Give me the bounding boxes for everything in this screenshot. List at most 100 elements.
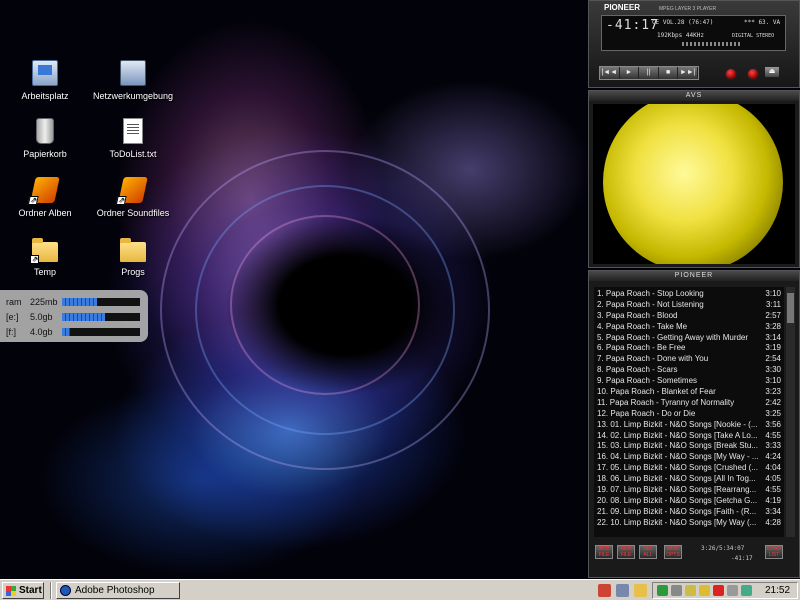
- playlist-item[interactable]: 13. 01. Limp Bizkit - N&O Songs [Nookie …: [597, 420, 781, 431]
- stop-button[interactable]: ■: [659, 67, 679, 79]
- desktop-icon-temp[interactable]: ↗ Temp: [0, 236, 90, 277]
- desktop-icon-progs[interactable]: Progs: [88, 236, 178, 277]
- sysmon-row-e-drive: [e:] 5.0gb: [6, 309, 142, 324]
- tray-printer-icon[interactable]: [671, 585, 682, 596]
- playlist-item-title: 16. 04. Limp Bizkit - N&O Songs [My Way …: [597, 452, 759, 462]
- start-button[interactable]: Start: [2, 582, 44, 599]
- playlist-item[interactable]: 18. 06. Limp Bizkit - N&O Songs [All In …: [597, 474, 781, 485]
- sysmon-row-ram: ram 225mb: [6, 294, 142, 309]
- winamp-shortcut-icon: ↗: [27, 177, 60, 205]
- shortcut-arrow-icon: ↗: [30, 255, 39, 264]
- playlist-item[interactable]: 8. Papa Roach - Scars 3:30: [597, 365, 781, 376]
- playlist-item[interactable]: 10. Papa Roach - Blanket of Fear 3:23: [597, 387, 781, 398]
- playlist-item[interactable]: 9. Papa Roach - Sometimes 3:10: [597, 376, 781, 387]
- visualization-window[interactable]: AVS: [588, 90, 800, 268]
- playlist-item-title: 11. Papa Roach - Tyranny of Normality: [597, 397, 735, 407]
- playlist-item-duration: 3:34: [765, 506, 781, 516]
- playlist-item[interactable]: 21. 09. Limp Bizkit - N&O Songs [Faith -…: [597, 507, 781, 518]
- taskbar-button-photoshop[interactable]: Adobe Photoshop: [56, 582, 180, 599]
- playlist-item[interactable]: 22. 10. Limp Bizkit - N&O Songs [My Way …: [597, 518, 781, 529]
- play-button[interactable]: ►: [620, 67, 640, 79]
- playlist-item[interactable]: 16. 04. Limp Bizkit - N&O Songs [My Way …: [597, 452, 781, 463]
- playlist-item-duration: 4:19: [765, 495, 781, 505]
- playlist-list[interactable]: 1. Papa Roach - Stop Looking 3:10 2. Papa …: [594, 287, 784, 537]
- playlist-item[interactable]: 4. Papa Roach - Take Me 3:28: [597, 322, 781, 333]
- playlist-item-duration: 3:14: [765, 332, 781, 342]
- pause-button[interactable]: ||: [639, 67, 659, 79]
- playlist-item[interactable]: 7. Papa Roach - Done with You 2:54: [597, 354, 781, 365]
- playlist-item-duration: 3:56: [765, 419, 781, 429]
- playlist-item[interactable]: 1. Papa Roach - Stop Looking 3:10: [597, 289, 781, 300]
- sysmon-bar-fill: [62, 297, 98, 306]
- sysmon-label: [f:]: [6, 326, 17, 337]
- playlist-item[interactable]: 20. 08. Limp Bizkit - N&O Songs [Getcha …: [597, 496, 781, 507]
- playlist-item[interactable]: 3. Papa Roach - Blood 2:57: [597, 311, 781, 322]
- random-knob[interactable]: [725, 68, 737, 80]
- tray-acrobat-icon[interactable]: [713, 585, 724, 596]
- playlist-item-duration: 3:19: [765, 343, 781, 353]
- recycle-bin-icon: [36, 118, 54, 144]
- desktop-icon-papierkorb[interactable]: Papierkorb: [0, 118, 90, 159]
- scrollbar-thumb[interactable]: [787, 293, 794, 323]
- desktop-icon-arbeitsplatz[interactable]: Arbeitsplatz: [0, 60, 90, 101]
- clock[interactable]: 21:52: [765, 584, 790, 597]
- tray-app-icon[interactable]: [741, 585, 752, 596]
- repeat-knob[interactable]: [747, 68, 759, 80]
- playlist-item-duration: 3:33: [765, 441, 781, 451]
- playlist-item[interactable]: 15. 03. Limp Bizkit - N&O Songs [Break S…: [597, 441, 781, 452]
- quicklaunch-folder-icon[interactable]: [634, 584, 647, 597]
- playlist-scrollbar[interactable]: [786, 287, 795, 537]
- taskbar-divider: [50, 582, 52, 599]
- transport-controls: |◄◄ ► || ■ ►►|: [599, 66, 699, 80]
- playlist-item[interactable]: 11. Papa Roach - Tyranny of Normality 2:4…: [597, 398, 781, 409]
- icon-label: Ordner Soundfiles: [96, 208, 170, 218]
- playlist-item[interactable]: 14. 02. Limp Bizkit - N&O Songs [Take A …: [597, 431, 781, 442]
- add-file-button[interactable]: ADD FILE: [595, 545, 613, 559]
- playlist-item-title: 22. 10. Limp Bizkit - N&O Songs [My Way …: [597, 517, 757, 527]
- desktop-icon-todolist[interactable]: ToDoList.txt: [88, 118, 178, 159]
- load-list-button[interactable]: LOAD LIST: [765, 545, 783, 559]
- playlist-item[interactable]: 19. 07. Limp Bizkit - N&O Songs [Rearran…: [597, 485, 781, 496]
- volume-slider[interactable]: [682, 42, 742, 46]
- system-monitor-widget: ram 225mb [e:] 5.0gb [f:] 4.0gb: [0, 290, 148, 342]
- desktop-icon-ordner-soundfiles[interactable]: ↗ Ordner Soundfiles: [88, 177, 178, 218]
- playlist-item[interactable]: 12. Papa Roach - Do or Die 3:25: [597, 409, 781, 420]
- playlist-item[interactable]: 17. 05. Limp Bizkit - N&O Songs [Crushed…: [597, 463, 781, 474]
- shortcut-arrow-icon: ↗: [115, 196, 127, 205]
- tray-network-icon[interactable]: [685, 585, 696, 596]
- playlist-item-duration: 3:25: [765, 408, 781, 418]
- windows-logo-icon: [6, 586, 16, 596]
- tray-arrow-icon[interactable]: [657, 585, 668, 596]
- player-main-window[interactable]: PIONEER MPEG LAYER 3 PLAYER -41:17 CE VO…: [588, 0, 800, 88]
- playlist-item[interactable]: 5. Papa Roach - Getting Away with Murder…: [597, 333, 781, 344]
- playlist-item-title: 9. Papa Roach - Sometimes: [597, 376, 698, 386]
- desktop-icon-netzwerkumgebung[interactable]: Netzwerkumgebung: [88, 60, 178, 101]
- tray-pencil-icon[interactable]: [699, 585, 710, 596]
- desktop-icon-ordner-alben[interactable]: ↗ Ordner Alben: [0, 177, 90, 218]
- playlist-item-title: 1. Papa Roach - Stop Looking: [597, 289, 704, 298]
- playlist-item-title: 6. Papa Roach - Be Free: [597, 343, 686, 353]
- player-mode: DIGITAL STEREO: [732, 33, 775, 39]
- playlist-title: PIONEER: [589, 271, 799, 281]
- icon-label: Netzwerkumgebung: [92, 91, 174, 101]
- playlist-window[interactable]: PIONEER 1. Papa Roach - Stop Looking 3:10…: [588, 270, 800, 578]
- remove-file-button[interactable]: REM FILE: [617, 545, 635, 559]
- misc-options-button[interactable]: MISC OPTS: [664, 545, 682, 559]
- quicklaunch-settings-icon[interactable]: [616, 584, 629, 597]
- playlist-item[interactable]: 6. Papa Roach - Be Free 3:19: [597, 343, 781, 354]
- playlist-item[interactable]: 2. Papa Roach - Not Listening 3:11: [597, 300, 781, 311]
- sysmon-value: 225mb: [30, 296, 58, 307]
- playlist-item-duration: 2:54: [765, 354, 781, 364]
- tray-volume-icon[interactable]: [727, 585, 738, 596]
- player-bitrate: 192Kbps 44KHz: [657, 32, 704, 39]
- eject-button[interactable]: ⏏: [765, 67, 779, 77]
- computer-icon: [32, 60, 58, 86]
- select-all-button[interactable]: SEL ALL: [639, 545, 657, 559]
- winamp-shortcut-icon: ↗: [115, 177, 148, 205]
- playlist-item-title: 7. Papa Roach - Done with You: [597, 354, 709, 364]
- quicklaunch-app-icon[interactable]: [598, 584, 611, 597]
- player-lcd-display[interactable]: -41:17 CE VOL.28 (76:47) *** 63. VA 192K…: [601, 15, 786, 51]
- playlist-time-display: 3:26/5:34:07: [701, 545, 745, 552]
- previous-button[interactable]: |◄◄: [600, 67, 620, 79]
- next-button[interactable]: ►►|: [678, 67, 698, 79]
